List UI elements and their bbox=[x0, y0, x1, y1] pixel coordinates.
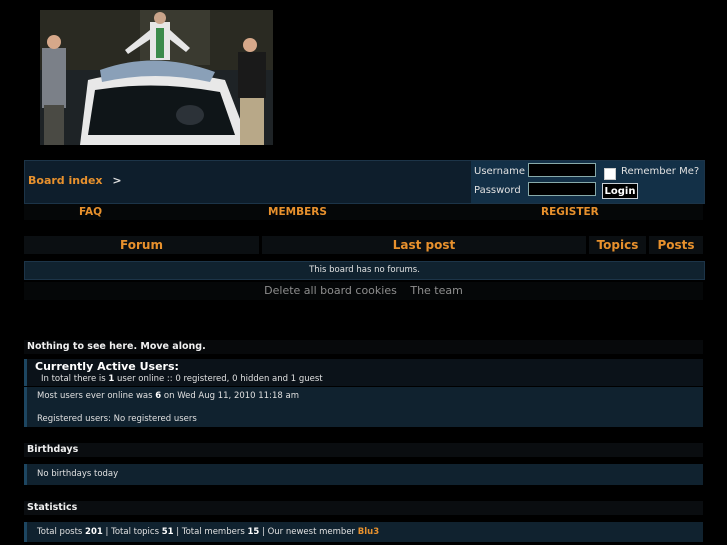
breadcrumb: Board index > bbox=[28, 174, 122, 187]
col-forum[interactable]: Forum bbox=[24, 236, 259, 254]
username-input[interactable] bbox=[528, 163, 596, 177]
no-forums-message: This board has no forums. bbox=[24, 261, 705, 280]
members-link[interactable]: MEMBERS bbox=[268, 206, 327, 218]
password-label: Password bbox=[474, 185, 521, 196]
online-total: In total there is 1 user online :: 0 reg… bbox=[41, 374, 323, 384]
statistics-text: Total posts 201 | Total topics 51 | Tota… bbox=[24, 522, 703, 542]
topics-column-header: Topics bbox=[589, 236, 646, 254]
col-last-post[interactable]: Last post bbox=[262, 236, 586, 254]
links-bar: FAQ MEMBERS REGISTER bbox=[24, 204, 703, 220]
last-post-column-header: Last post bbox=[262, 236, 586, 254]
register-link[interactable]: REGISTER bbox=[541, 206, 599, 218]
col-posts[interactable]: Posts bbox=[649, 236, 703, 254]
username-label: Username bbox=[474, 166, 525, 177]
remember-me-checkbox[interactable] bbox=[604, 168, 616, 180]
col-topics[interactable]: Topics bbox=[589, 236, 646, 254]
header-banner-image bbox=[40, 10, 273, 145]
faq-link[interactable]: FAQ bbox=[79, 206, 102, 218]
most-online-panel: Most users ever online was 6 on Wed Aug … bbox=[24, 387, 703, 427]
active-users-panel: Currently Active Users: In total there i… bbox=[24, 359, 703, 386]
statistics-title: Statistics bbox=[24, 501, 703, 515]
team-link[interactable]: The team bbox=[410, 284, 463, 297]
board-index-link[interactable]: Board index bbox=[28, 174, 103, 187]
notice-text: Nothing to see here. Move along. bbox=[24, 340, 703, 354]
footer-links: Delete all board cookies The team bbox=[24, 282, 703, 300]
remember-me-label: Remember Me? bbox=[621, 166, 700, 177]
newest-member-link[interactable]: Blu3 bbox=[358, 527, 379, 537]
most-online-text: Most users ever online was 6 on Wed Aug … bbox=[37, 391, 299, 401]
breadcrumb-separator: > bbox=[112, 174, 122, 187]
login-box: Username Remember Me? Password Login bbox=[471, 161, 704, 203]
login-button[interactable]: Login bbox=[602, 183, 638, 199]
posts-column-header: Posts bbox=[649, 236, 703, 254]
password-input[interactable] bbox=[528, 182, 596, 196]
delete-cookies-link[interactable]: Delete all board cookies bbox=[264, 284, 397, 297]
nav-bar: Board index > Username Remember Me? Pass… bbox=[24, 160, 705, 204]
birthdays-text: No birthdays today bbox=[24, 464, 703, 485]
forum-column-header: Forum bbox=[24, 236, 259, 254]
birthdays-title: Birthdays bbox=[24, 443, 703, 457]
registered-users-text: Registered users: No registered users bbox=[37, 414, 197, 424]
active-users-title: Currently Active Users: bbox=[35, 360, 179, 373]
